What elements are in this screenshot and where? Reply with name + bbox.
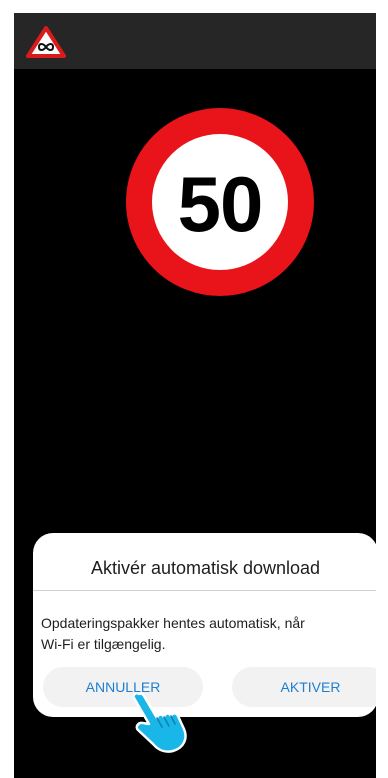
dialog-message: Opdateringspakker hentes automatisk, når… xyxy=(41,613,361,655)
dialog-title: Aktivér automatisk download xyxy=(90,558,321,578)
phone-screen: 50 Aktivér automatisk download Opdaterin… xyxy=(14,13,376,778)
app-top-bar xyxy=(14,13,376,69)
dialog-divider xyxy=(33,590,376,591)
dialog-message-line-2: Wi-Fi er tilgængelig. xyxy=(41,636,166,652)
activate-button[interactable]: AKTIVER xyxy=(232,667,376,707)
speed-limit-value: 50 xyxy=(177,160,264,248)
dialog-message-line-1: Opdateringspakker hentes automatisk, når xyxy=(41,615,305,631)
auto-download-dialog: Aktivér automatisk download Opdateringsp… xyxy=(33,533,376,717)
tap-hand-icon xyxy=(127,686,195,762)
speed-limit-sign: 50 xyxy=(126,108,314,296)
infinity-warning-triangle-icon[interactable] xyxy=(26,26,66,58)
